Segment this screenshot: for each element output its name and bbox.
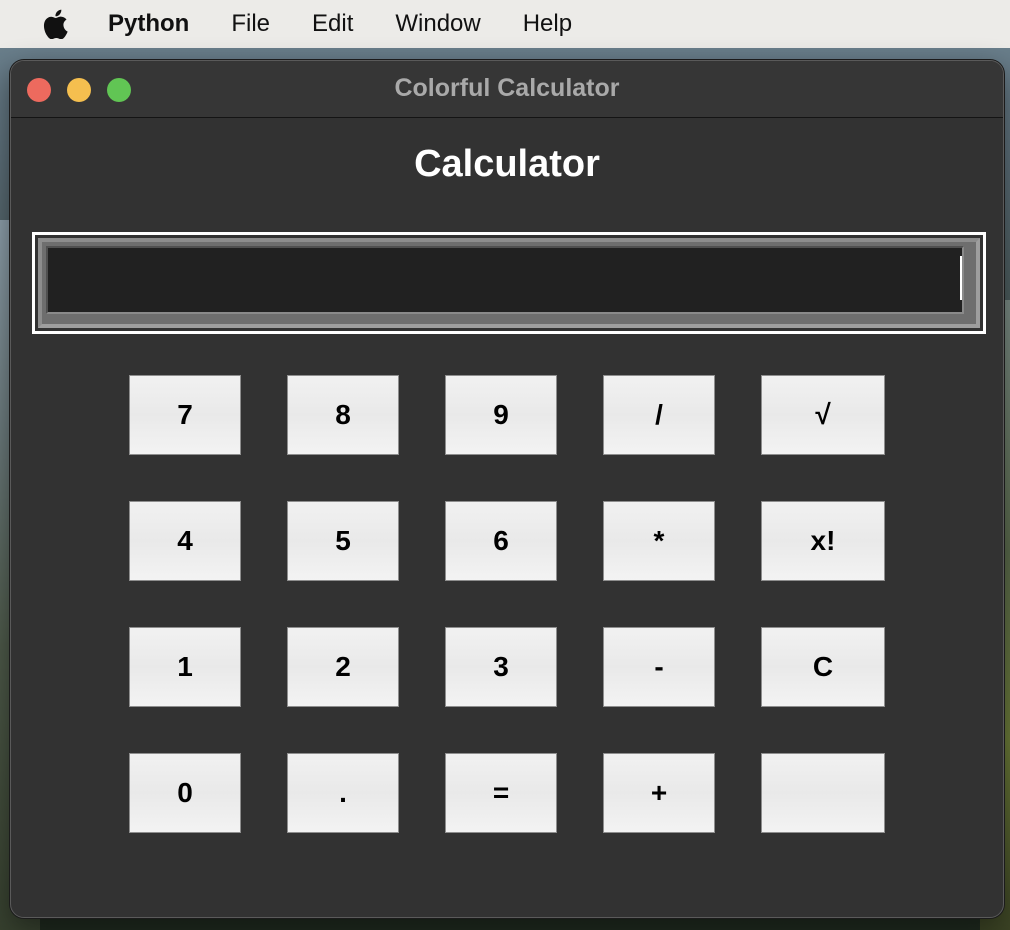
key-subtract[interactable]: - <box>603 627 715 707</box>
key-factorial[interactable]: x! <box>761 501 885 581</box>
key-8[interactable]: 8 <box>287 375 399 455</box>
key-equals[interactable]: = <box>445 753 557 833</box>
key-9[interactable]: 9 <box>445 375 557 455</box>
text-cursor <box>960 256 962 300</box>
close-window-icon[interactable] <box>27 78 51 102</box>
key-blank[interactable] <box>761 753 885 833</box>
menu-help[interactable]: Help <box>523 10 572 38</box>
menu-file[interactable]: File <box>231 10 270 38</box>
zoom-window-icon[interactable] <box>107 78 131 102</box>
apple-menu-icon[interactable] <box>40 9 70 39</box>
key-add[interactable]: + <box>603 753 715 833</box>
key-5[interactable]: 5 <box>287 501 399 581</box>
calculator-window: Colorful Calculator Calculator 7 8 9 / √… <box>10 60 1004 918</box>
key-2[interactable]: 2 <box>287 627 399 707</box>
key-divide[interactable]: / <box>603 375 715 455</box>
menu-window[interactable]: Window <box>395 10 480 38</box>
key-decimal[interactable]: . <box>287 753 399 833</box>
key-0[interactable]: 0 <box>129 753 241 833</box>
window-titlebar[interactable]: Colorful Calculator <box>11 61 1003 118</box>
calculator-heading: Calculator <box>414 143 600 185</box>
key-6[interactable]: 6 <box>445 501 557 581</box>
key-7[interactable]: 7 <box>129 375 241 455</box>
display-bevel <box>38 238 980 328</box>
display-input[interactable] <box>46 246 964 314</box>
key-4[interactable]: 4 <box>129 501 241 581</box>
menu-bar: Python File Edit Window Help <box>0 0 1010 48</box>
display-frame <box>32 232 986 334</box>
key-clear[interactable]: C <box>761 627 885 707</box>
key-1[interactable]: 1 <box>129 627 241 707</box>
window-title: Colorful Calculator <box>394 74 620 102</box>
key-square-root[interactable]: √ <box>761 375 885 455</box>
key-multiply[interactable]: * <box>603 501 715 581</box>
key-3[interactable]: 3 <box>445 627 557 707</box>
menu-edit[interactable]: Edit <box>312 10 353 38</box>
menu-python[interactable]: Python <box>108 10 189 38</box>
minimize-window-icon[interactable] <box>67 78 91 102</box>
